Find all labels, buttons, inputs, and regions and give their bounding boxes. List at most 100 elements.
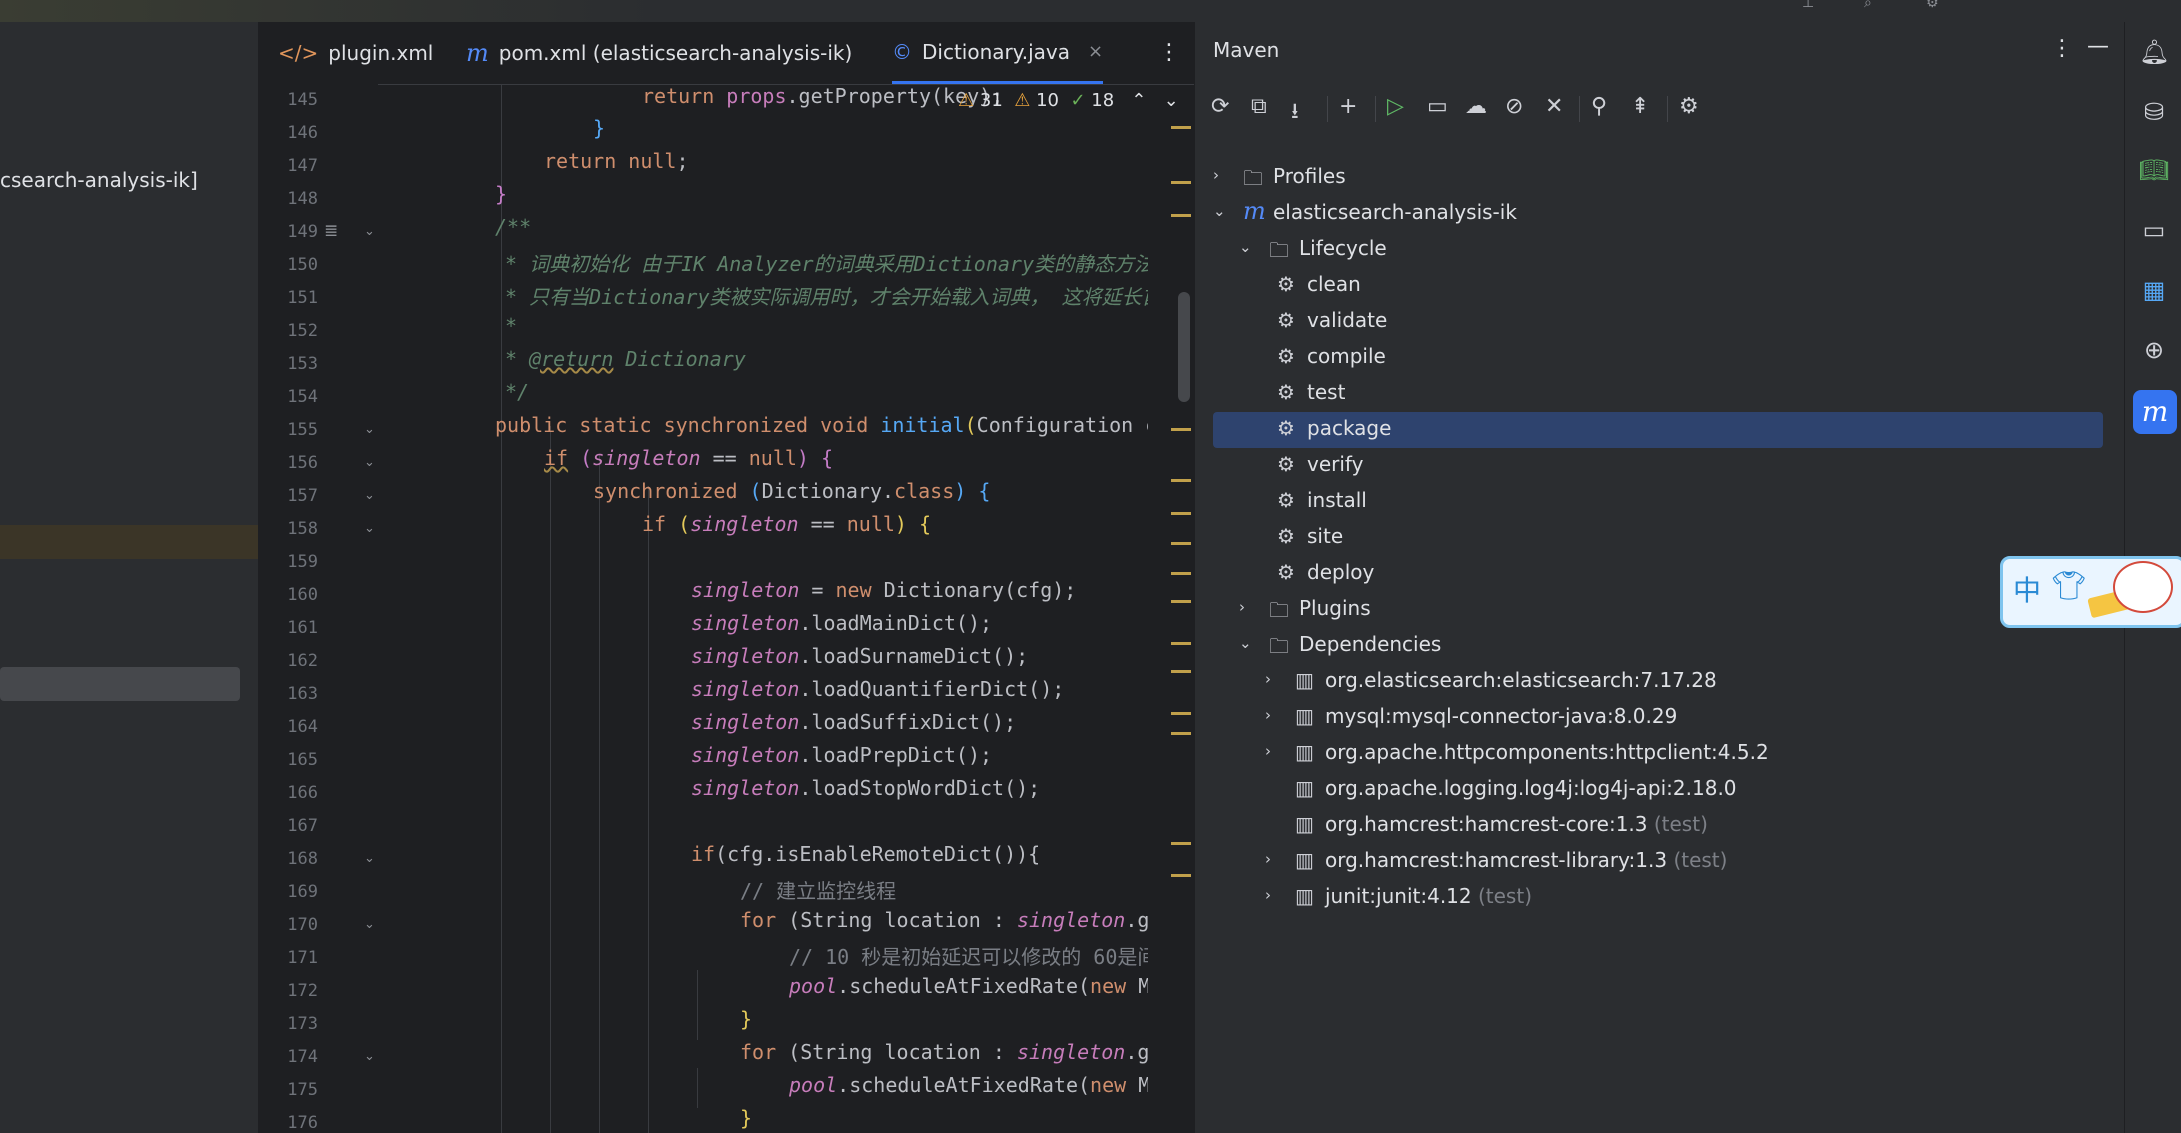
tree-item-project[interactable]: ⌄ m elasticsearch-analysis-ik xyxy=(1213,196,2181,232)
reload-icon[interactable]: ⟳ xyxy=(1211,94,1229,119)
chevron-right-icon[interactable]: › xyxy=(1213,166,1219,184)
fold-chevron-icon[interactable]: ⌄ xyxy=(364,851,375,866)
learn-icon[interactable]: 📖︎ xyxy=(2139,156,2169,184)
tree-item-dependencies[interactable]: ⌄ 🗀 Dependencies xyxy=(1213,628,2181,664)
chevron-down-icon[interactable]: ⌄ xyxy=(1239,634,1252,652)
error-stripe-mark[interactable] xyxy=(1171,600,1191,603)
tree-item-install[interactable]: ⚙ install xyxy=(1213,484,2181,520)
tree-item-site[interactable]: ⚙ site xyxy=(1213,520,2181,556)
code-line-156: if (singleton == null) { xyxy=(544,446,834,470)
chevron-up-icon[interactable]: ⌃ xyxy=(1131,90,1146,111)
error-stripe-mark[interactable] xyxy=(1171,732,1191,735)
tree-item-dependency[interactable]: ▥ org.hamcrest:hamcrest-core:1.3 (test) xyxy=(1213,808,2181,844)
fold-chevron-icon[interactable]: ⌄ xyxy=(364,224,375,239)
settings-icon[interactable]: ⚙ xyxy=(1926,0,1946,10)
error-stripe-mark[interactable] xyxy=(1171,428,1191,431)
project-horizontal-scrollbar[interactable] xyxy=(0,667,240,701)
code-area[interactable]: return props.getProperty(key); } return … xyxy=(378,84,1148,1133)
tree-item-label: test xyxy=(1307,380,1345,404)
add-user-icon[interactable]: ⊥ xyxy=(1802,0,1822,10)
tree-item-dependency[interactable]: › ▥ org.apache.httpcomponents:httpclient:4… xyxy=(1213,736,2181,772)
chevron-right-icon[interactable]: › xyxy=(1265,850,1271,868)
error-stripe-mark[interactable] xyxy=(1171,542,1191,545)
tree-item-dependency[interactable]: › ▥ mysql:mysql-connector-java:8.0.29 xyxy=(1213,700,2181,736)
error-stripe-mark[interactable] xyxy=(1171,670,1191,673)
chevron-right-icon[interactable]: › xyxy=(1265,742,1271,760)
search-icon[interactable]: ⌕ xyxy=(1864,0,1884,10)
ime-floating-widget[interactable]: 中 👕︎ xyxy=(2000,556,2181,628)
ime-language-label[interactable]: 中 xyxy=(2013,569,2041,609)
tree-item-dependency[interactable]: › ▥ org.elasticsearch:elasticsearch:7.17.2… xyxy=(1213,664,2181,700)
tree-item-dependency[interactable]: › ▥ junit:junit:4.12 (test) xyxy=(1213,880,2181,916)
fold-chevron-icon[interactable]: ⌄ xyxy=(364,422,375,437)
tree-item-lifecycle[interactable]: ⌄ 🗀 Lifecycle xyxy=(1213,232,2181,268)
download-icon[interactable]: ⭳ xyxy=(1291,94,1299,132)
tree-item-profiles[interactable]: › 🗀 Profiles xyxy=(1213,160,2181,196)
line-number: 175 xyxy=(287,1080,318,1100)
project-module-label[interactable]: csearch-analysis-ik] xyxy=(0,168,198,192)
close-icon[interactable]: × xyxy=(1088,41,1103,62)
run-icon[interactable]: ▷ xyxy=(1387,94,1404,119)
settings-icon[interactable]: ⚙ xyxy=(1679,94,1699,119)
maven-tool-icon[interactable]: m xyxy=(2133,390,2177,434)
tree-item-text: Profiles xyxy=(1273,164,1346,188)
fold-chevron-icon[interactable]: ⌄ xyxy=(364,917,375,932)
notifications-icon[interactable]: 🔔︎ xyxy=(2139,38,2169,66)
render-doc-icon[interactable]: ≣ xyxy=(324,221,338,241)
code-line-161: singleton.loadMainDict(); xyxy=(691,611,993,635)
fold-chevron-icon[interactable]: ⌄ xyxy=(364,1049,375,1064)
tree-item-dependency[interactable]: ▥ org.apache.logging.log4j:log4j-api:2.18… xyxy=(1213,772,2181,808)
tree-item-verify[interactable]: ⚙ verify xyxy=(1213,448,2181,484)
editor-vertical-scrollbar[interactable] xyxy=(1178,292,1190,402)
web-icon[interactable]: ⊕ xyxy=(2139,336,2169,364)
analyze-dependencies-icon[interactable]: ⚲ xyxy=(1591,94,1607,119)
error-stripe-mark[interactable] xyxy=(1171,479,1191,482)
skip-tests-icon[interactable]: ⊘ xyxy=(1505,94,1523,119)
offline-mode-icon[interactable]: ☁ xyxy=(1465,94,1487,119)
tree-item-clean[interactable]: ⚙ clean xyxy=(1213,268,2181,304)
tree-item-label: org.apache.logging.log4j:log4j-api:2.18.… xyxy=(1325,776,1737,800)
error-stripe-mark[interactable] xyxy=(1171,874,1191,877)
collapse-all-icon[interactable]: ⇞ xyxy=(1631,94,1649,119)
chevron-right-icon[interactable]: › xyxy=(1265,706,1271,724)
tab-plugin-xml[interactable]: </> plugin.xml xyxy=(278,22,433,84)
tree-item-compile[interactable]: ⚙ compile xyxy=(1213,340,2181,376)
gear-icon: ⚙ xyxy=(1277,452,1295,476)
chevron-right-icon[interactable]: › xyxy=(1239,598,1245,616)
tab-dictionary-java[interactable]: © Dictionary.java × xyxy=(892,22,1104,84)
error-stripe-mark[interactable] xyxy=(1171,181,1191,184)
add-icon[interactable]: + xyxy=(1339,94,1357,119)
error-stripe-mark[interactable] xyxy=(1171,642,1191,645)
error-stripe-mark[interactable] xyxy=(1171,214,1191,217)
fold-chevron-icon[interactable]: ⌄ xyxy=(364,521,375,536)
skin-icon[interactable]: 👕︎ xyxy=(2051,569,2087,602)
chevron-down-icon[interactable]: ⌄ xyxy=(1164,90,1179,111)
error-stripe-mark[interactable] xyxy=(1171,126,1191,129)
more-tabs-icon[interactable]: ⋮ xyxy=(1158,40,1180,65)
tree-item-test[interactable]: ⚙ test xyxy=(1213,376,2181,412)
fold-chevron-icon[interactable]: ⌄ xyxy=(364,488,375,503)
error-stripe-mark[interactable] xyxy=(1171,842,1191,845)
error-stripe-mark[interactable] xyxy=(1171,572,1191,575)
tree-item-label: compile xyxy=(1307,344,1386,368)
chevron-right-icon[interactable]: › xyxy=(1265,670,1271,688)
chevron-down-icon[interactable]: ⌄ xyxy=(1239,238,1252,256)
calculator-icon[interactable]: ▦ xyxy=(2139,276,2169,304)
generate-sources-icon[interactable]: ⧉ xyxy=(1251,94,1267,119)
more-options-icon[interactable]: ⋮ xyxy=(2051,36,2073,61)
tree-item-dependency[interactable]: › ▥ org.hamcrest:hamcrest-library:1.3 (tes… xyxy=(1213,844,2181,880)
fold-chevron-icon[interactable]: ⌄ xyxy=(364,455,375,470)
inspection-widget[interactable]: ⚠ 31 ⚠ 10 ✓ 18 ⌃ ⌄ xyxy=(958,90,1179,111)
collapse-icon[interactable]: ✕ xyxy=(1545,94,1563,119)
chevron-down-icon[interactable]: ⌄ xyxy=(1213,202,1226,220)
tree-item-validate[interactable]: ⚙ validate xyxy=(1213,304,2181,340)
tree-item-package[interactable]: ⚙ package xyxy=(1213,412,2103,448)
chevron-right-icon[interactable]: › xyxy=(1265,886,1271,904)
execute-goal-icon[interactable]: ▭ xyxy=(1427,94,1448,119)
error-stripe-mark[interactable] xyxy=(1171,712,1191,715)
minimize-icon[interactable]: — xyxy=(2087,34,2109,59)
error-stripe-mark[interactable] xyxy=(1171,512,1191,515)
tab-pom-xml[interactable]: m pom.xml (elasticsearch-analysis-ik) xyxy=(466,22,852,84)
database-icon[interactable]: ⛁ xyxy=(2139,98,2169,126)
device-manager-icon[interactable]: ▭ xyxy=(2139,216,2169,244)
